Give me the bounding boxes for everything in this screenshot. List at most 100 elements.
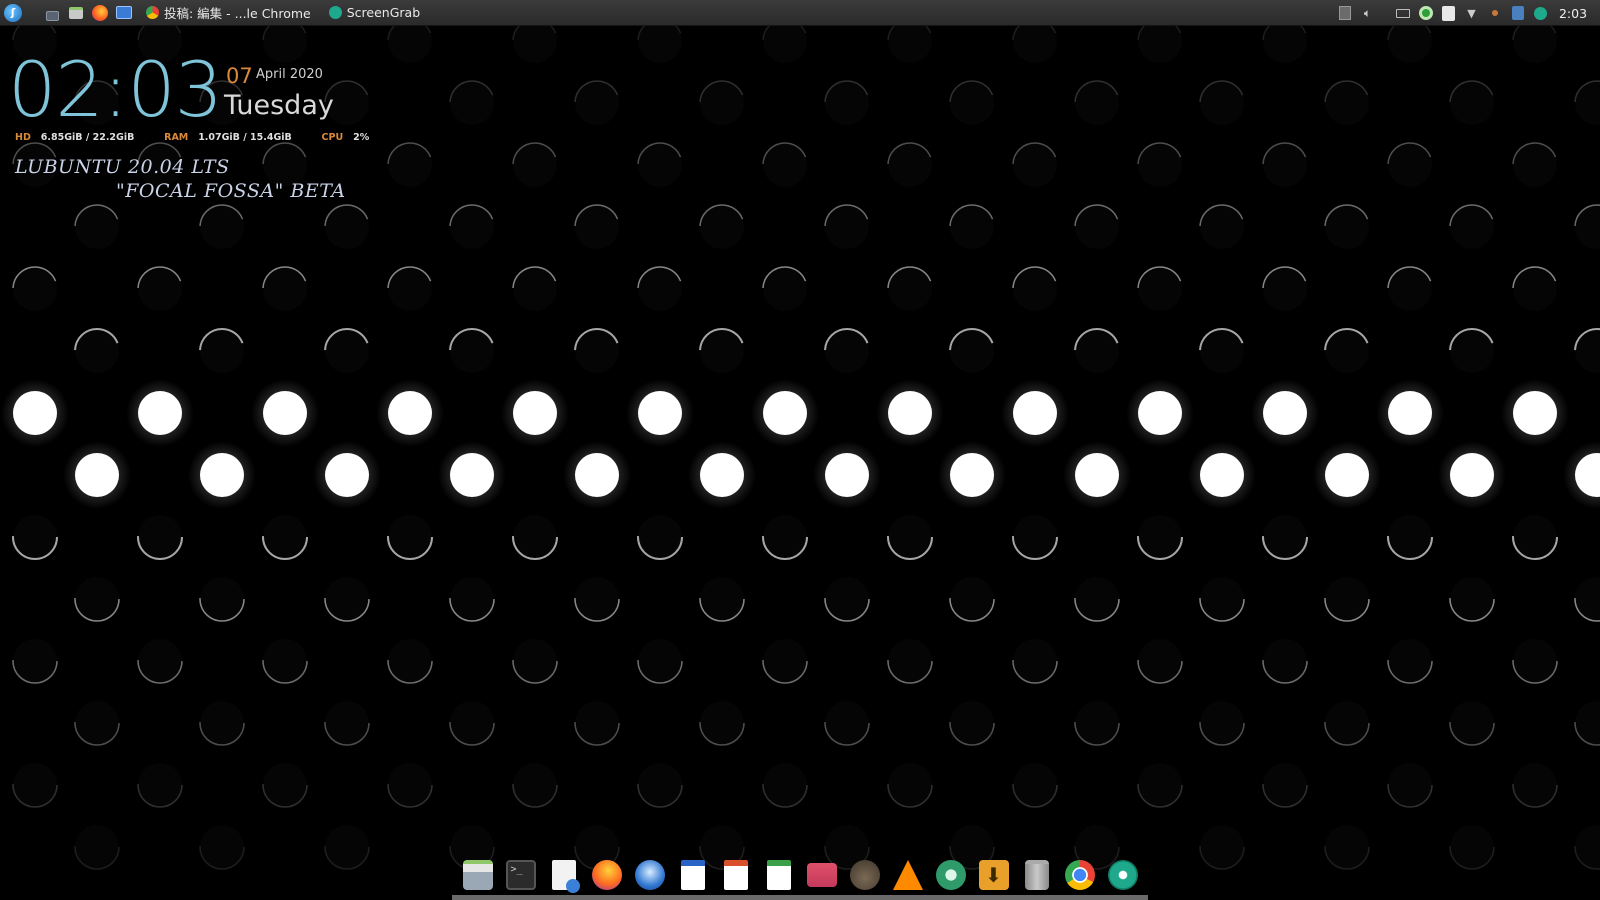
ram-value: 1.07GiB / 15.4GiB [198, 132, 292, 143]
wallpaper-dot [1137, 638, 1183, 684]
wallpaper-dot [75, 453, 119, 497]
dock-item-calc[interactable] [760, 856, 798, 894]
dock-item-firefox[interactable] [588, 856, 626, 894]
task-button-screengrab[interactable]: ScreenGrab [321, 2, 428, 24]
dock-item-image-viewer[interactable] [803, 856, 841, 894]
wallpaper-dot [574, 328, 620, 374]
wallpaper-dot [1012, 638, 1058, 684]
tray-updates[interactable] [1333, 0, 1356, 26]
dock-item-terminal[interactable]: >_ [502, 856, 540, 894]
dock-item-writer[interactable] [674, 856, 712, 894]
tray-keyboard[interactable] [1391, 0, 1414, 26]
tray-info[interactable] [1506, 0, 1529, 26]
wallpaper-dot [449, 576, 495, 622]
wallpaper-dot [74, 700, 120, 746]
tray-volume[interactable]: 🔈︎ [1356, 0, 1379, 26]
wallpaper-dot [1324, 576, 1370, 622]
wallpaper-dot [512, 762, 558, 808]
wallpaper-dot [1324, 824, 1370, 870]
volume-icon: 🔈︎ [1363, 5, 1372, 20]
wallpaper-dot [1199, 204, 1245, 250]
quicklaunch-monitor[interactable] [112, 0, 136, 26]
wallpaper-dot [637, 762, 683, 808]
dock-item-screengrab[interactable] [1104, 856, 1142, 894]
trash-icon [1024, 860, 1049, 890]
tray-screengrab[interactable] [1529, 0, 1552, 26]
wallpaper-dot [824, 328, 870, 374]
dock-item-thunderbird[interactable] [631, 856, 669, 894]
wallpaper-dot [1324, 328, 1370, 374]
wallpaper-dot [1074, 328, 1120, 374]
wallpaper-dot [199, 700, 245, 746]
file-manager-icon [462, 860, 493, 890]
dock-item-vlc[interactable] [889, 856, 927, 894]
wallpaper-dot [1324, 204, 1370, 250]
wallpaper-dot [13, 391, 57, 435]
wallpaper-dot [387, 762, 433, 808]
wallpaper-dot [12, 762, 58, 808]
wallpaper-dot [387, 514, 433, 560]
dock-item-settings[interactable] [932, 856, 970, 894]
wallpaper-dot [1012, 514, 1058, 560]
show-desktop-button[interactable] [40, 0, 64, 26]
wallpaper-dot [638, 391, 682, 435]
wifi-icon: ▼ [1467, 6, 1476, 20]
wallpaper-dot [1137, 142, 1183, 188]
wallpaper-dot [1324, 80, 1370, 126]
wallpaper-dot [637, 266, 683, 312]
dock-item-text-editor[interactable] [545, 856, 583, 894]
system-tray: 🔈︎ ▼ 2:03 [1333, 0, 1600, 26]
desktop-wallpaper [0, 26, 1600, 900]
wallpaper-dot [574, 700, 620, 746]
update-icon [1338, 6, 1351, 20]
wallpaper-dot [1137, 514, 1183, 560]
dock-item-gimp[interactable] [846, 856, 884, 894]
wallpaper-dot [574, 80, 620, 126]
dock-item-file-manager[interactable] [459, 856, 497, 894]
thunderbird-icon [634, 860, 665, 890]
wallpaper-dot [449, 328, 495, 374]
quicklaunch-firefox[interactable] [88, 0, 112, 26]
hd-label: HD [15, 132, 31, 143]
wallpaper-dot [449, 700, 495, 746]
quicklaunch-file-manager[interactable] [64, 0, 88, 26]
wallpaper-dot [887, 762, 933, 808]
dock-item-impress[interactable] [717, 856, 755, 894]
wallpaper-dot [200, 453, 244, 497]
conky-day: 07 [226, 64, 253, 88]
main-menu-button[interactable]: ʃ [0, 0, 26, 26]
wallpaper-dot [949, 328, 995, 374]
wallpaper-dot [1449, 80, 1495, 126]
wallpaper-dot [700, 453, 744, 497]
conky-weekday: Tuesday [224, 90, 334, 121]
tray-network[interactable]: ▼ [1460, 0, 1483, 26]
wallpaper-dot [199, 824, 245, 870]
wallpaper-dot [324, 328, 370, 374]
wallpaper-dot [949, 576, 995, 622]
tray-battery[interactable] [1483, 0, 1506, 26]
wallpaper-dot [512, 266, 558, 312]
wallpaper-dot [887, 514, 933, 560]
wallpaper-dot [1449, 576, 1495, 622]
wallpaper-dot [137, 638, 183, 684]
wallpaper-dot [1262, 762, 1308, 808]
wallpaper-dot [324, 204, 370, 250]
wallpaper-dot [262, 514, 308, 560]
dock-item-trash[interactable] [1018, 856, 1056, 894]
dock-item-downloader[interactable]: ⬇︎ [975, 856, 1013, 894]
wallpaper-dot [575, 453, 619, 497]
wallpaper-dot [512, 638, 558, 684]
wallpaper-dot [762, 266, 808, 312]
wallpaper-dot [74, 576, 120, 622]
tray-status[interactable] [1414, 0, 1437, 26]
dock-item-chrome[interactable] [1061, 856, 1099, 894]
task-button-chrome[interactable]: 投稿: 編集 - ...le Chrome [138, 2, 319, 24]
tray-clipboard[interactable] [1437, 0, 1460, 26]
wallpaper-dot [12, 514, 58, 560]
wallpaper-dot [949, 700, 995, 746]
keyboard-icon [1395, 8, 1410, 18]
wallpaper-dot [388, 391, 432, 435]
wallpaper-dot [825, 453, 869, 497]
wallpaper-dot [824, 80, 870, 126]
panel-clock[interactable]: 2:03 [1552, 0, 1600, 26]
